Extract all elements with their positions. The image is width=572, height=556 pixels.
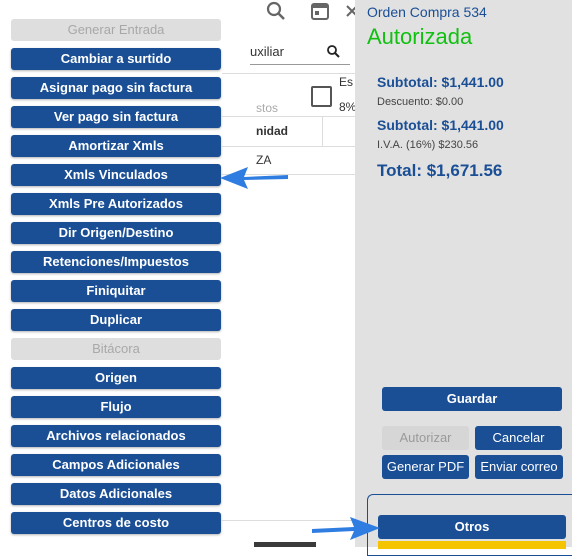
subtotal-label: Subtotal: $1,441.00 xyxy=(377,74,504,90)
menu-item-cambiar-a-surtido[interactable]: Cambiar a surtido xyxy=(11,48,221,70)
divider xyxy=(222,116,355,117)
calendar-icon[interactable] xyxy=(309,0,331,28)
order-title: Orden Compra 534 xyxy=(367,4,487,20)
save-button[interactable]: Guardar xyxy=(382,387,562,411)
background-list-area xyxy=(222,0,355,547)
select-all-checkbox[interactable] xyxy=(311,86,332,107)
context-menu: Generar Entrada Cambiar a surtido Asigna… xyxy=(0,14,230,547)
background-search-input[interactable]: uxiliar xyxy=(250,44,350,65)
discount-label: Descuento: $0.00 xyxy=(377,96,464,108)
divider xyxy=(322,116,323,146)
column-header-unidad: nidad xyxy=(256,124,288,138)
column-header-pct: 8% xyxy=(339,100,357,114)
menu-item-datos-adicionales[interactable]: Datos Adicionales xyxy=(11,483,221,505)
menu-item-generar-entrada: Generar Entrada xyxy=(11,19,221,41)
menu-item-dir-origen-destino[interactable]: Dir Origen/Destino xyxy=(11,222,221,244)
status-label: Autorizada xyxy=(367,24,473,49)
order-summary-panel: Orden Compra 534 Autorizada Subtotal: $1… xyxy=(355,0,572,556)
arrow-pointer-icon xyxy=(220,167,288,189)
search-text: uxiliar xyxy=(250,44,284,59)
search-icon xyxy=(326,44,340,62)
authorize-button: Autorizar xyxy=(382,426,469,450)
column-header-es: Es xyxy=(339,75,354,89)
menu-item-origen[interactable]: Origen xyxy=(11,367,221,389)
iva-label: I.V.A. (16%) $230.56 xyxy=(377,139,479,151)
search-icon[interactable] xyxy=(265,0,287,28)
menu-item-amortizar-xmls[interactable]: Amortizar Xmls xyxy=(11,135,221,157)
send-email-button[interactable]: Enviar correo xyxy=(475,455,563,479)
menu-item-xmls-pre-autorizados[interactable]: Xmls Pre Autorizados xyxy=(11,193,221,215)
menu-item-ver-pago[interactable]: Ver pago sin factura xyxy=(11,106,221,128)
cancel-button[interactable]: Cancelar xyxy=(475,426,562,450)
divider xyxy=(222,146,355,147)
column-header-costos: stos xyxy=(256,101,279,115)
menu-item-xmls-vinculados[interactable]: Xmls Vinculados xyxy=(11,164,221,186)
menu-item-archivos-relacionados[interactable]: Archivos relacionados xyxy=(11,425,221,447)
highlight-bar xyxy=(378,541,566,549)
menu-item-flujo[interactable]: Flujo xyxy=(11,396,221,418)
subtotal-after-discount-label: Subtotal: $1,441.00 xyxy=(377,117,504,133)
total-label: Total: $1,671.56 xyxy=(377,161,503,180)
menu-item-bitacora: Bitácora xyxy=(11,338,221,360)
others-button[interactable]: Otros xyxy=(378,515,566,539)
scrollbar[interactable] xyxy=(254,542,316,547)
menu-item-asignar-pago[interactable]: Asignar pago sin factura xyxy=(11,77,221,99)
menu-item-finiquitar[interactable]: Finiquitar xyxy=(11,280,221,302)
arrow-pointer-icon xyxy=(312,517,380,540)
divider xyxy=(222,73,355,74)
generate-pdf-button[interactable]: Generar PDF xyxy=(382,455,469,479)
menu-item-duplicar[interactable]: Duplicar xyxy=(11,309,221,331)
menu-item-retenciones[interactable]: Retenciones/Impuestos xyxy=(11,251,221,273)
menu-item-campos-adicionales[interactable]: Campos Adicionales xyxy=(11,454,221,476)
menu-item-centros-de-costo[interactable]: Centros de costo xyxy=(11,512,221,534)
